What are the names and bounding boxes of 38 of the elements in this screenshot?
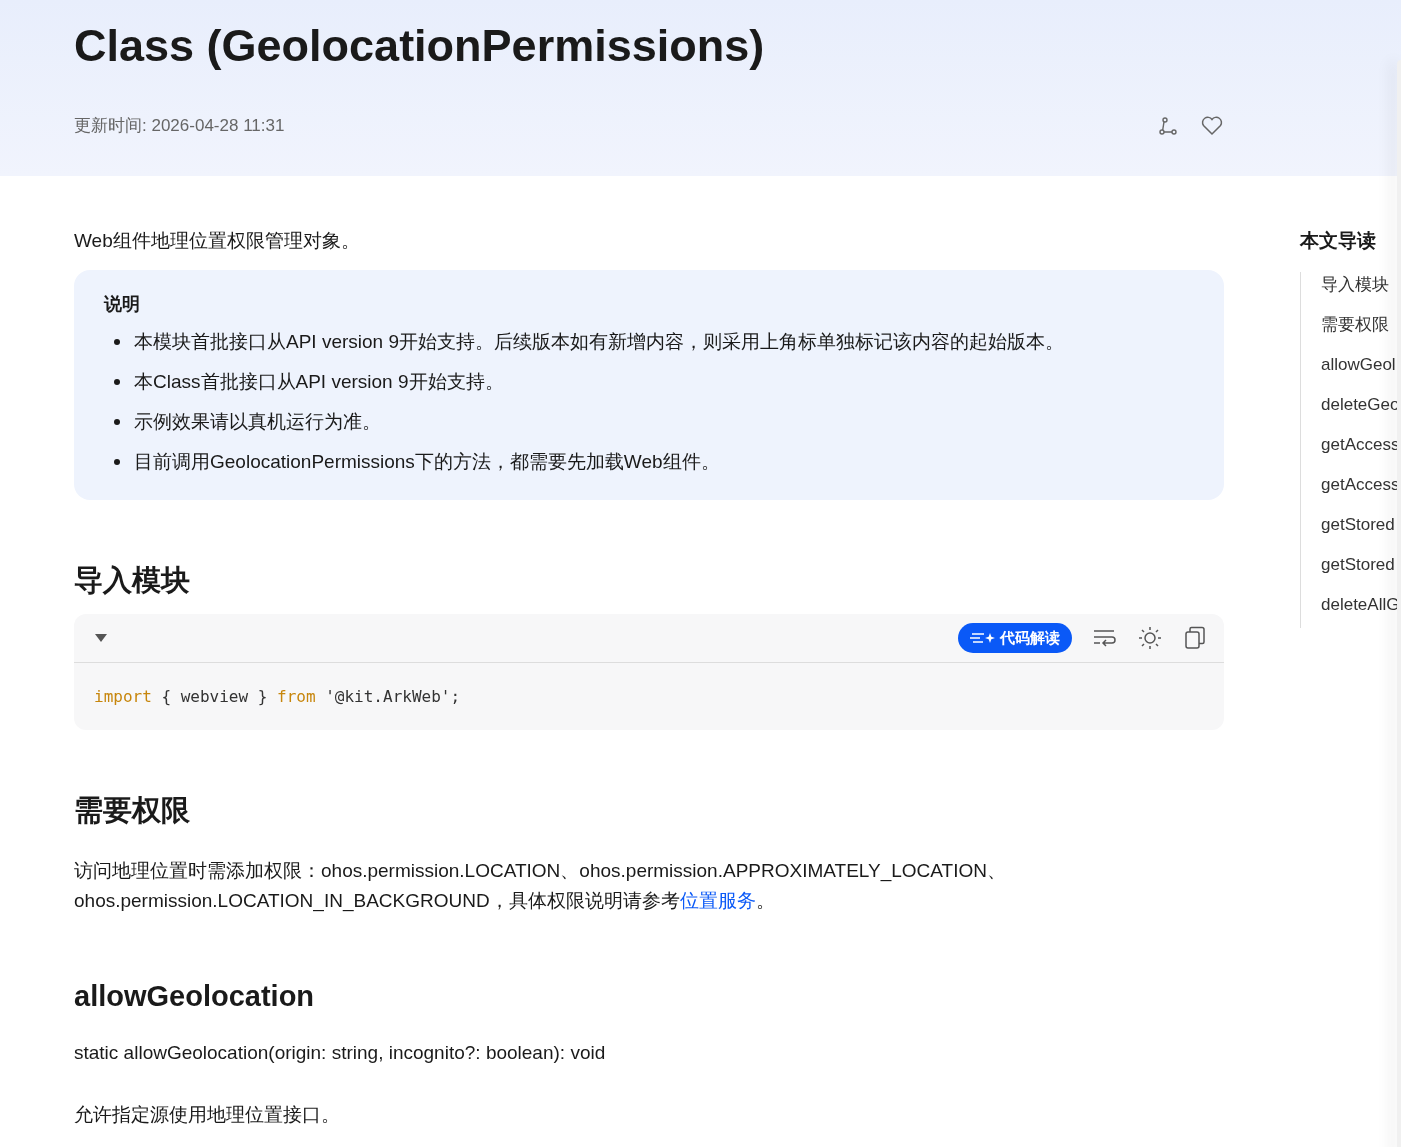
toc-item[interactable]: deleteAllG <box>1321 592 1400 618</box>
section-heading: 导入模块 <box>74 563 191 598</box>
favorite-icon[interactable] <box>1200 114 1224 137</box>
update-time: 更新时间: 2026-04-28 11:31 <box>74 115 285 137</box>
location-service-link[interactable]: 位置服务 <box>679 890 756 911</box>
wrap-icon[interactable] <box>1092 627 1116 649</box>
note-item: 目前调用GeolocationPermissions下的方法，都需要先加载Web组件。 <box>134 450 720 474</box>
sparkle-lines-icon <box>970 631 996 645</box>
toc-item[interactable]: allowGeol <box>1321 352 1400 378</box>
intro-text: Web组件地理位置权限管理对象。 <box>74 229 361 253</box>
bullet-icon <box>114 379 120 385</box>
note-title: 说明 <box>104 293 141 316</box>
toc-item[interactable]: getStored <box>1321 512 1400 538</box>
note-item: 本模块首批接口从API version 9开始支持。后续版本如有新增内容，则采用上角标单独标记该内容的起始版本。 <box>134 330 1064 354</box>
code-explain-button[interactable]: 代码解读 <box>958 623 1072 653</box>
note-item: 示例效果请以真机运行为准。 <box>134 410 381 434</box>
copy-icon[interactable] <box>1184 626 1206 650</box>
toc-item[interactable]: getAccess <box>1321 432 1400 458</box>
section-heading: 需要权限 <box>74 793 191 828</box>
code-line: import { webview } from '@kit.ArkWeb'; <box>93 686 462 708</box>
permission-text: 访问地理位置时需添加权限：ohos.permission.LOCATION、ohos.permission.APPROXIMATELY_LOCATION、ohos.permission.LOCATION_IN_BACKGROUND，具体权限说明请参考位置服务。 <box>74 859 1007 914</box>
bullet-icon <box>114 419 120 425</box>
method-signature: static allowGeolocation(origin: string, incognito?: boolean): void <box>74 1042 607 1064</box>
toc-item[interactable]: getStored <box>1321 552 1400 578</box>
share-icon[interactable] <box>1156 114 1180 137</box>
toc-title: 本文导读 <box>1300 229 1377 253</box>
toc-item[interactable]: 需要权限 <box>1321 312 1400 338</box>
toc-item[interactable]: getAccess <box>1321 472 1400 498</box>
sun-icon[interactable] <box>1138 626 1162 650</box>
bullet-icon <box>114 459 120 465</box>
method-description: 允许指定源使用地理位置接口。 <box>74 1103 341 1127</box>
page-title: Class (GeolocationPermissions) <box>74 19 766 73</box>
note-item: 本Class首批接口从API version 9开始支持。 <box>134 370 504 394</box>
bullet-icon <box>114 339 120 345</box>
toc-item[interactable]: 导入模块 <box>1321 272 1400 298</box>
toc-item[interactable]: deleteGeo <box>1321 392 1400 418</box>
collapse-icon[interactable] <box>94 633 108 643</box>
section-heading: allowGeolocation <box>74 979 316 1014</box>
